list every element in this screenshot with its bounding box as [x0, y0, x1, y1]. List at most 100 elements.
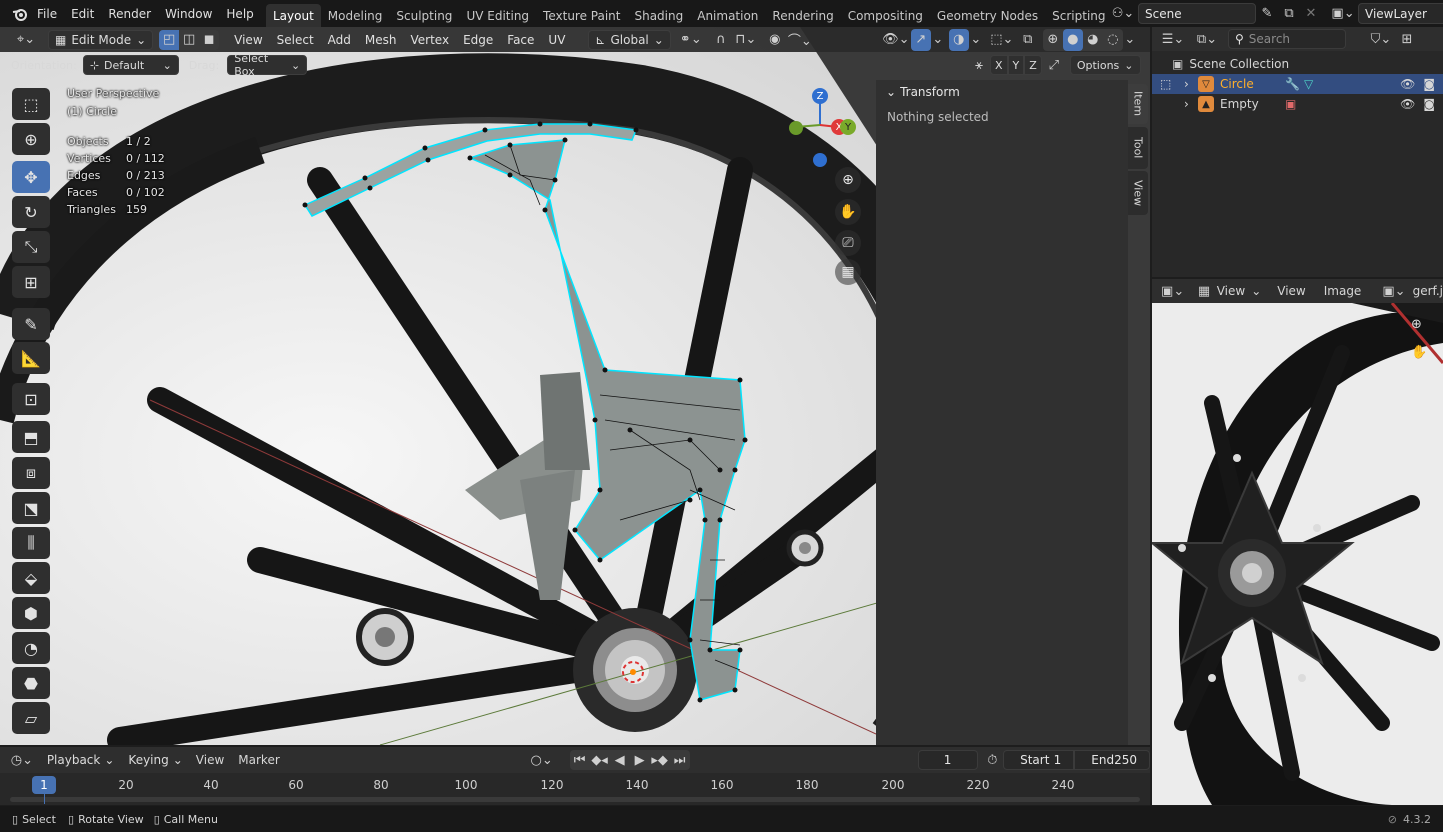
filter-icon[interactable]: ⛉⌄	[1366, 28, 1396, 50]
tab-animation[interactable]: Animation	[690, 4, 765, 27]
tab-shading[interactable]: Shading	[627, 4, 690, 27]
snap-target-icon[interactable]: ⊓⌄	[731, 29, 761, 51]
menu-file[interactable]: File	[30, 0, 64, 27]
tool-cursor[interactable]: ⊕	[12, 123, 50, 155]
mesh-data-icon[interactable]: ▽	[1304, 77, 1313, 91]
wireframe-shading-icon[interactable]: ⊕	[1043, 29, 1063, 51]
gizmo-y-axis[interactable]: Y	[840, 119, 856, 135]
pivot-point-icon[interactable]: ⚭⌄	[675, 29, 707, 51]
tool-transform[interactable]: ⊞	[12, 266, 50, 298]
snap-icon[interactable]: ∩	[711, 29, 731, 51]
view-mode-dropdown[interactable]: View	[1217, 284, 1245, 298]
menu-image[interactable]: Image	[1324, 284, 1362, 298]
overlay-toggle-icon[interactable]: ◑	[948, 28, 969, 51]
stopwatch-icon[interactable]: ⏱	[984, 749, 1001, 771]
eye-icon[interactable]: 👁	[1400, 97, 1415, 111]
tool-loop-cut[interactable]: ⫼	[12, 527, 50, 559]
mesh-edit-overlay-icon[interactable]: ⬚⌄	[987, 29, 1017, 51]
tab-modeling[interactable]: Modeling	[321, 4, 390, 27]
delete-scene-icon[interactable]: ✕	[1300, 3, 1322, 25]
play-icon[interactable]: ▶	[630, 750, 650, 770]
vertex-select-icon[interactable]: ◰	[159, 29, 180, 50]
start-frame-field[interactable]: Start 1	[1003, 750, 1075, 770]
menu-uv[interactable]: UV	[541, 26, 572, 53]
image-data-icon[interactable]: ▣	[1285, 97, 1296, 111]
jump-start-icon[interactable]: ⏮	[570, 750, 590, 770]
tool-extrude[interactable]: ⬒	[12, 421, 50, 453]
chevron-down-icon[interactable]: ⌄	[1251, 284, 1261, 298]
tool-bevel[interactable]: ⬔	[12, 492, 50, 524]
options-dropdown[interactable]: Options ⌄	[1069, 55, 1141, 75]
menu-add[interactable]: Add	[321, 26, 358, 53]
tab-rendering[interactable]: Rendering	[765, 4, 840, 27]
drag-dropdown[interactable]: Select Box ⌄	[227, 52, 308, 78]
transform-orientation-dropdown[interactable]: ⊾ Global ⌄	[588, 29, 671, 50]
mirror-z-toggle[interactable]: Z	[1024, 55, 1042, 75]
proportional-falloff-icon[interactable]: ⌒⌄	[785, 29, 815, 51]
tab-compositing[interactable]: Compositing	[841, 4, 930, 27]
tool-add-cube[interactable]: ⊡	[12, 383, 50, 415]
next-keyframe-icon[interactable]: ▸◆	[650, 750, 670, 770]
tool-knife[interactable]: ⬙	[12, 562, 50, 594]
end-frame-field[interactable]: End 250	[1074, 750, 1150, 770]
outliner-item-empty[interactable]: › ▲ Empty ▣ 👁 ◙	[1152, 94, 1443, 114]
timeline-scrollbar[interactable]	[10, 797, 1140, 802]
tab-sculpting[interactable]: Sculpting	[389, 4, 459, 27]
image-name-field[interactable]: gerf.j	[1413, 284, 1443, 298]
eye-icon[interactable]: 👁	[1400, 77, 1415, 91]
new-collection-icon[interactable]: ⊞	[1396, 28, 1418, 50]
editor-type-icon[interactable]: ⌖⌄	[10, 29, 42, 51]
menu-face[interactable]: Face	[500, 26, 541, 53]
tool-shear[interactable]: ▱	[12, 702, 50, 734]
tool-select-box[interactable]: ⬚	[12, 88, 50, 120]
menu-view[interactable]: View	[196, 753, 224, 767]
tool-annotate[interactable]: ✎	[12, 308, 50, 340]
menu-edit[interactable]: Edit	[64, 0, 101, 27]
sidebar-tab-view[interactable]: View	[1128, 171, 1148, 215]
timeline-editor-icon[interactable]: ◷⌄	[10, 749, 34, 771]
visibility-icon[interactable]: 👁⌄	[881, 29, 911, 51]
chevron-down-icon[interactable]: ⌄	[969, 29, 983, 51]
edge-select-icon[interactable]: ◫	[179, 29, 200, 50]
sidebar-tab-tool[interactable]: Tool	[1128, 127, 1148, 169]
pin-icon[interactable]: ✎	[1256, 3, 1278, 25]
render-camera-icon[interactable]: ◙	[1423, 97, 1435, 111]
tool-scale[interactable]: ⤡	[12, 231, 50, 263]
chevron-right-icon[interactable]: ›	[1184, 97, 1198, 111]
solid-shading-icon[interactable]: ●	[1062, 28, 1083, 51]
tool-measure[interactable]: 📐	[12, 342, 50, 374]
menu-render[interactable]: Render	[101, 0, 158, 27]
tab-uv-editing[interactable]: UV Editing	[459, 4, 536, 27]
tab-scripting[interactable]: Scripting	[1045, 4, 1112, 27]
outliner-item-circle[interactable]: ⬚ › ▽ Circle 🔧 ▽ 👁 ◙	[1152, 74, 1443, 94]
view-layer-icon[interactable]: ▣⌄	[1328, 3, 1358, 25]
menu-help[interactable]: Help	[219, 0, 260, 27]
zoom-icon[interactable]: ⊕	[835, 167, 861, 193]
chevron-down-icon[interactable]: ⌄	[1123, 29, 1137, 51]
menu-edge[interactable]: Edge	[456, 26, 500, 53]
scene-name-field[interactable]: Scene	[1138, 3, 1256, 24]
record-icon[interactable]: ○⌄	[530, 749, 554, 771]
render-camera-icon[interactable]: ◙	[1423, 77, 1435, 91]
view-layer-field[interactable]: ViewLayer	[1358, 3, 1443, 24]
modifier-icon[interactable]: 🔧	[1285, 77, 1300, 91]
viewport-3d[interactable]: ⌄ Transform Nothing selected Item Tool V…	[0, 27, 1150, 745]
scene-icon[interactable]: ⚇⌄	[1108, 3, 1138, 25]
chevron-down-icon[interactable]: ⌄	[886, 85, 896, 99]
scene-collection-row[interactable]: ▣ Scene Collection	[1152, 54, 1443, 74]
menu-vertex[interactable]: Vertex	[404, 26, 457, 53]
menu-window[interactable]: Window	[158, 0, 219, 27]
current-frame-field[interactable]: 1	[917, 750, 978, 770]
menu-view[interactable]: View	[227, 26, 269, 53]
blender-logo-icon[interactable]	[10, 3, 30, 25]
prev-keyframe-icon[interactable]: ◆◂	[590, 750, 610, 770]
camera-icon[interactable]: ⎚	[835, 230, 861, 256]
zoom-icon[interactable]: ⊕	[1411, 317, 1422, 332]
tool-rotate[interactable]: ↻	[12, 196, 50, 228]
tool-poly-build[interactable]: ⬢	[12, 597, 50, 629]
tab-texture-paint[interactable]: Texture Paint	[536, 4, 627, 27]
play-reverse-icon[interactable]: ◀	[610, 750, 630, 770]
gizmo-z-axis[interactable]: Z	[812, 88, 828, 104]
mode-dropdown[interactable]: ▦ Edit Mode ⌄	[48, 29, 154, 50]
transform-panel-title[interactable]: Transform	[900, 85, 960, 99]
